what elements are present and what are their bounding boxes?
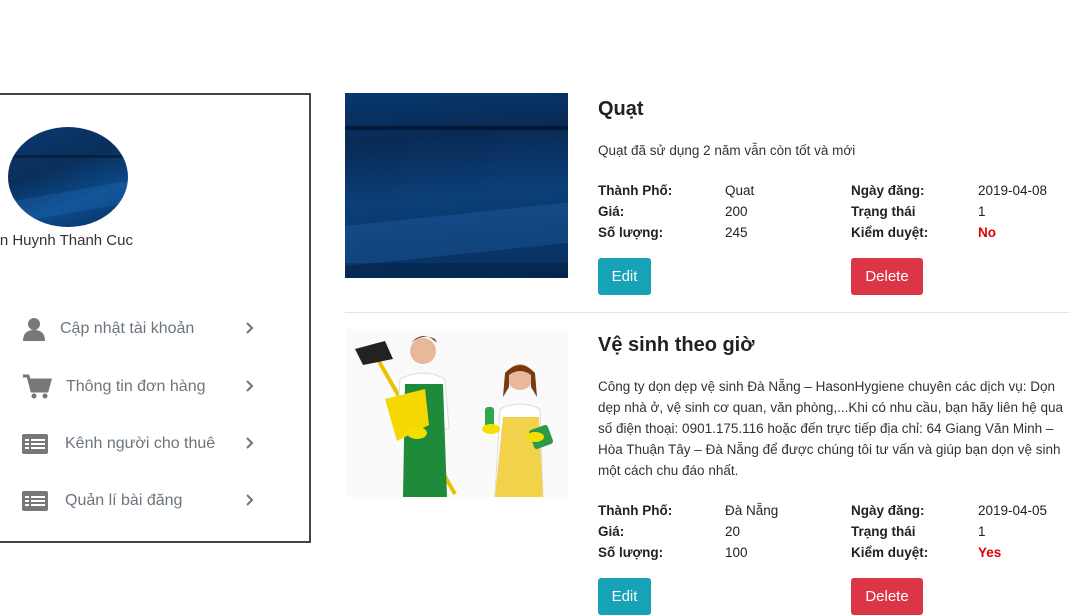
sidebar-item-manage-posts[interactable]: Quản lí bài đăng — [22, 485, 258, 517]
sidebar: yen Huynh Thanh Cuc Cập nhật tài khoản T… — [0, 93, 311, 543]
avatar[interactable] — [8, 127, 128, 227]
list-icon — [22, 487, 52, 515]
sidebar-item-label: Quản lí bài đăng — [65, 492, 183, 509]
chevron-right-icon — [246, 436, 258, 452]
status-label: Trạng thái — [851, 524, 916, 539]
price-label: Giá: — [598, 524, 625, 539]
approved-value: Yes — [978, 545, 1002, 560]
cleaning-staff-illustration — [345, 329, 568, 497]
divider — [345, 312, 1069, 313]
post-date-label: Ngày đăng: — [851, 183, 925, 198]
edit-button[interactable]: Edit — [598, 578, 651, 615]
post-date-value: 2019-04-05 — [978, 503, 1048, 518]
city-label: Thành Phố: — [598, 183, 673, 198]
sidebar-item-label: Cập nhật tài khoản — [60, 320, 195, 337]
status-value: 1 — [978, 524, 986, 539]
delete-button[interactable]: Delete — [851, 578, 923, 615]
post-image[interactable] — [345, 329, 568, 497]
sidebar-item-order-info[interactable]: Thông tin đơn hàng — [22, 371, 258, 403]
chevron-right-icon — [246, 493, 258, 509]
post-title[interactable]: Quạt — [598, 98, 644, 121]
sidebar-item-label: Thông tin đơn hàng — [66, 378, 206, 395]
sidebar-item-update-account[interactable]: Cập nhật tài khoản — [22, 313, 258, 345]
price-value: 200 — [725, 204, 748, 219]
quantity-value: 100 — [725, 545, 748, 560]
approved-label: Kiểm duyệt: — [851, 225, 929, 240]
quantity-label: Số lượng: — [598, 545, 664, 560]
price-label: Giá: — [598, 204, 625, 219]
cart-icon — [22, 373, 52, 401]
quantity-value: 245 — [725, 225, 748, 240]
sidebar-item-label: Kênh người cho thuê — [65, 435, 216, 452]
edit-button[interactable]: Edit — [598, 258, 651, 295]
city-value: Đà Nẵng — [725, 503, 779, 518]
post-date-label: Ngày đăng: — [851, 503, 925, 518]
city-label: Thành Phố: — [598, 503, 673, 518]
delete-button[interactable]: Delete — [851, 258, 923, 295]
status-value: 1 — [978, 204, 986, 219]
price-value: 20 — [725, 524, 741, 539]
status-label: Trạng thái — [851, 204, 916, 219]
sidebar-item-lessor-channel[interactable]: Kênh người cho thuê — [22, 428, 258, 460]
post-description: Công ty dọn dẹp vệ sinh Đà Nẵng – HasonH… — [598, 379, 1064, 478]
list-icon — [22, 430, 52, 458]
city-value: Quat — [725, 183, 755, 198]
approved-value: No — [978, 225, 996, 240]
post-title[interactable]: Vệ sinh theo giờ — [598, 334, 754, 357]
chevron-right-icon — [246, 321, 258, 337]
user-icon — [22, 315, 52, 343]
user-name: yen Huynh Thanh Cuc — [0, 232, 133, 249]
quantity-label: Số lượng: — [598, 225, 664, 240]
post-image[interactable] — [345, 93, 568, 278]
approved-label: Kiểm duyệt: — [851, 545, 929, 560]
post-date-value: 2019-04-08 — [978, 183, 1048, 198]
post-description: Quạt đã sử dụng 2 năm vẫn còn tốt và mới — [598, 143, 856, 158]
chevron-right-icon — [246, 379, 258, 395]
